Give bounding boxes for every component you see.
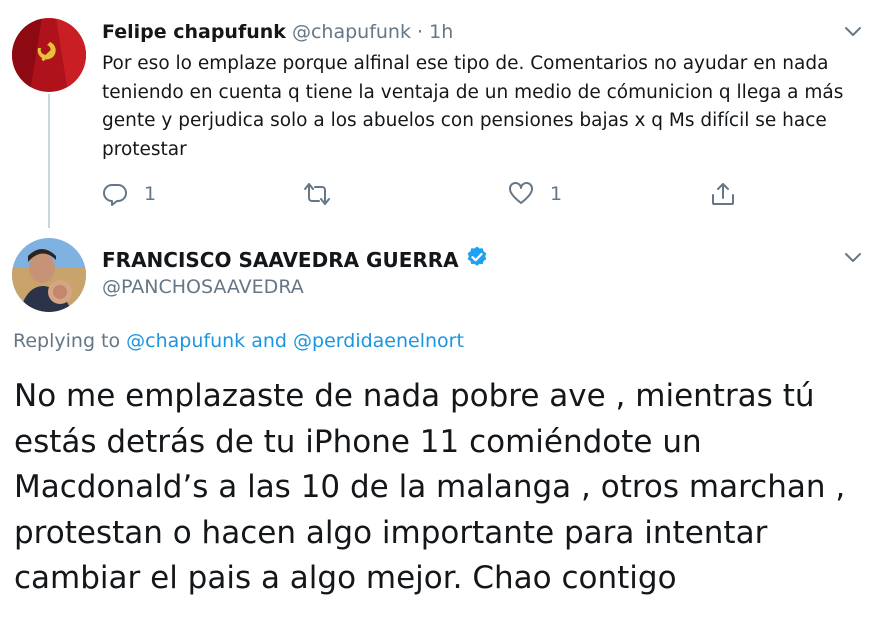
avatar-image <box>12 238 86 312</box>
user-name-row: FRANCISCO SAAVEDRA GUERRA <box>102 245 489 274</box>
thread-line <box>48 94 50 228</box>
reply-count: 1 <box>144 183 157 205</box>
tweet-text: Por eso lo emplaze porque alfinal ese ti… <box>102 53 844 160</box>
user-handle[interactable]: @chapufunk <box>292 21 411 43</box>
tweet-actions: 1 1 <box>102 178 752 210</box>
reply-mention-link[interactable]: @perdidaenelnort <box>293 330 464 352</box>
reply-button[interactable]: 1 <box>102 178 156 210</box>
reply-icon <box>102 181 128 207</box>
replying-to: Replying to @chapufunk and @perdidaeneln… <box>13 330 464 352</box>
like-button[interactable]: 1 <box>508 178 562 210</box>
user-name[interactable]: Felipe chapufunk <box>102 21 286 43</box>
replying-prefix: Replying to <box>13 330 121 352</box>
avatar[interactable] <box>12 18 86 92</box>
verified-badge-icon <box>465 245 489 274</box>
like-icon <box>508 181 534 207</box>
like-count: 1 <box>550 183 563 205</box>
share-button[interactable] <box>710 178 736 210</box>
user-name[interactable]: FRANCISCO SAAVEDRA GUERRA <box>102 248 459 272</box>
tweet-time[interactable]: 1h <box>429 21 453 43</box>
tweet-text: No me emplazaste de nada pobre ave , mie… <box>14 378 846 596</box>
avatar[interactable] <box>12 238 86 312</box>
chevron-down-icon[interactable] <box>842 246 864 268</box>
retweet-button[interactable] <box>302 178 348 210</box>
tweet-header: Felipe chapufunk @chapufunk · 1h <box>102 19 453 45</box>
avatar-image <box>12 18 86 92</box>
retweet-icon <box>302 181 332 207</box>
reply-mention-and[interactable]: and <box>251 330 287 352</box>
chevron-down-icon[interactable] <box>842 20 864 42</box>
reply-mention-link[interactable]: @chapufunk <box>126 330 245 352</box>
separator: · <box>417 21 424 43</box>
user-handle[interactable]: @PANCHOSAAVEDRA <box>102 276 304 298</box>
share-icon <box>710 181 736 207</box>
